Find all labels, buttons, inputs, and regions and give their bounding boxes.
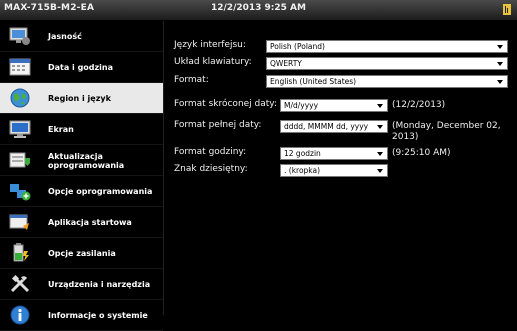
puzzle-add-icon <box>10 184 31 201</box>
long-date-label: Format pełnej daty: <box>174 120 262 130</box>
format-select[interactable]: English (United States) <box>266 75 508 88</box>
short-date-value: M/d/yyyy <box>284 101 319 110</box>
sidebar-item-label: Ekran <box>48 125 74 134</box>
chevron-down-icon <box>377 169 383 173</box>
sidebar-item-label: Jasność <box>48 32 82 41</box>
calendar-icon <box>9 58 31 76</box>
settings-sidebar: Jasność Data i godzina Region i język Ek… <box>0 21 164 331</box>
sidebar-item-startup-app[interactable]: Aplikacja startowa <box>0 207 163 238</box>
display-icon <box>9 120 31 138</box>
keyboard-label: Układ klawiatury: <box>174 57 252 67</box>
sidebar-item-label: Opcje oprogramowania <box>48 187 153 196</box>
time-format-example: (9:25:10 AM) <box>392 148 451 158</box>
chevron-down-icon <box>377 125 383 129</box>
keyboard-value: QWERTY <box>270 59 302 68</box>
title-bar: MAX-715B-M2-EA 12/2/2013 9:25 AM <box>0 0 517 21</box>
sidebar-item-label: Informacje o systemie <box>48 311 148 320</box>
sidebar-item-system-info[interactable]: Informacje o systemie <box>0 300 163 331</box>
clock: 12/2/2013 9:25 AM <box>211 3 306 13</box>
sidebar-item-software-options[interactable]: Opcje oprogramowania <box>0 176 163 207</box>
chevron-down-icon <box>497 62 503 66</box>
battery-power-icon <box>13 243 29 262</box>
sidebar-item-label: Aktualizacja oprogramowania <box>48 151 125 170</box>
sidebar-item-software-update[interactable]: Aktualizacja oprogramowania <box>0 145 163 176</box>
format-value: English (United States) <box>270 77 357 86</box>
sidebar-item-screen[interactable]: Ekran <box>0 114 163 145</box>
startup-app-icon <box>9 214 29 230</box>
chevron-down-icon <box>377 152 383 156</box>
short-date-example: (12/2/2013) <box>392 100 446 110</box>
monitor-brightness-icon <box>9 27 30 45</box>
sidebar-item-date-time[interactable]: Data i godzina <box>0 52 163 83</box>
chevron-down-icon <box>377 104 383 108</box>
language-label: Język interfejsu: <box>174 40 246 50</box>
long-date-select[interactable]: dddd, MMMM dd, yyyy <box>280 120 388 133</box>
sidebar-item-label: Opcje zasilania <box>48 249 116 258</box>
long-date-value: dddd, MMMM dd, yyyy <box>284 122 369 131</box>
long-date-example-line1: (Monday, December 02, <box>392 121 501 131</box>
download-update-icon <box>9 152 30 168</box>
language-value: Polish (Poland) <box>270 42 325 51</box>
short-date-select[interactable]: M/d/yyyy <box>280 99 388 112</box>
globe-icon <box>10 88 30 108</box>
decimal-label: Znak dziesiętny: <box>174 164 248 174</box>
sidebar-item-devices-tools[interactable]: Urządzenia i narzędzia <box>0 269 163 300</box>
region-language-panel: Język interfejsu: Polish (Poland) Układ … <box>164 21 517 315</box>
sidebar-item-label: Urządzenia i narzędzia <box>48 280 151 289</box>
sidebar-item-label: Aplikacja startowa <box>48 218 132 227</box>
sidebar-item-label: Region i język <box>48 94 111 103</box>
language-select[interactable]: Polish (Poland) <box>266 40 508 53</box>
time-format-select[interactable]: 12 godzin <box>280 147 388 160</box>
tools-icon <box>10 274 30 293</box>
sidebar-item-brightness[interactable]: Jasność <box>0 21 163 52</box>
time-format-label: Format godziny: <box>174 147 247 157</box>
format-label: Format: <box>174 75 209 85</box>
short-date-label: Format skróconej daty: <box>174 99 278 109</box>
chevron-down-icon <box>497 45 503 49</box>
sidebar-item-label: Data i godzina <box>48 63 114 72</box>
signal-bar-icon <box>503 4 511 15</box>
chevron-down-icon <box>497 80 503 84</box>
info-icon <box>10 305 30 325</box>
sidebar-item-region-language[interactable]: Region i język <box>0 83 163 114</box>
time-format-value: 12 godzin <box>284 149 321 158</box>
decimal-select[interactable]: . (kropka) <box>280 164 388 177</box>
decimal-value: . (kropka) <box>284 166 321 175</box>
keyboard-select[interactable]: QWERTY <box>266 57 508 70</box>
long-date-example-line2: 2013) <box>392 132 419 142</box>
sidebar-item-power-options[interactable]: Opcje zasilania <box>0 238 163 269</box>
